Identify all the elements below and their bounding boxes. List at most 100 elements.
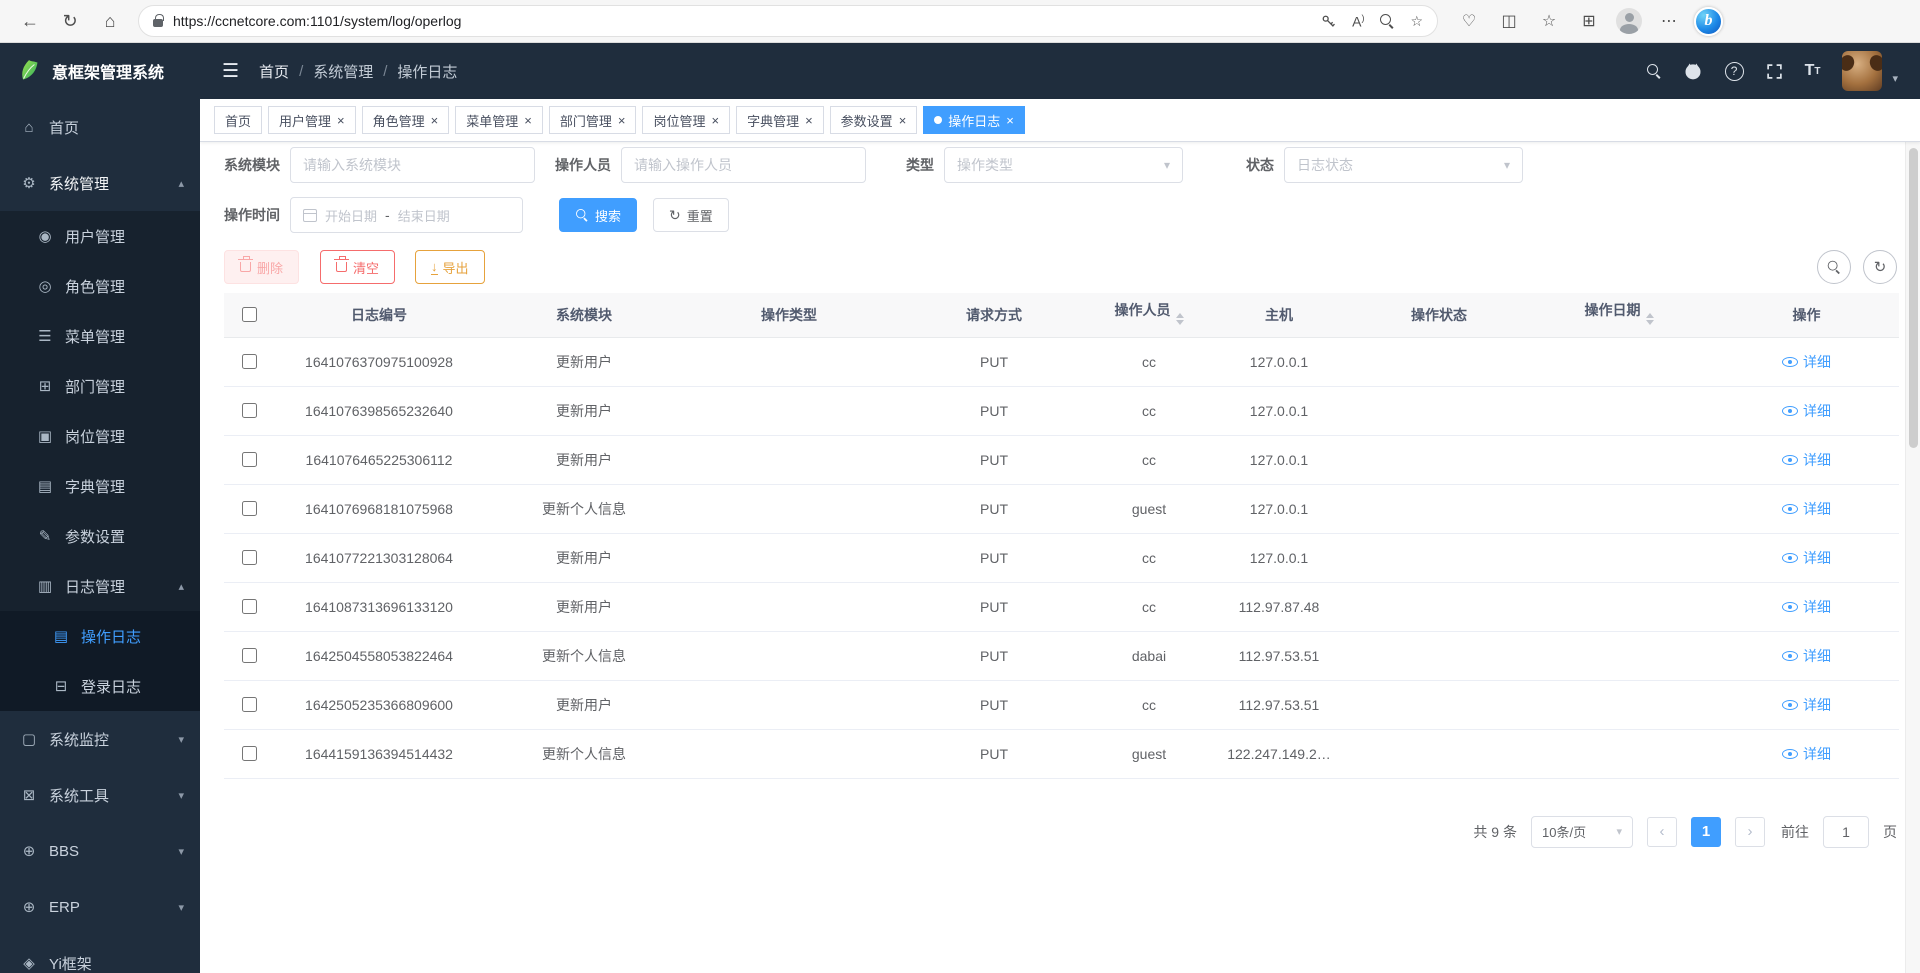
password-key-icon[interactable] (1321, 14, 1336, 29)
tab-close-icon[interactable]: × (337, 114, 345, 127)
split-screen-icon[interactable]: ◫ (1492, 4, 1526, 38)
tab-param-settings[interactable]: 参数设置× (830, 106, 918, 134)
sidebar-item-home[interactable]: ⌂ 首页 (0, 99, 200, 155)
browser-essentials-icon[interactable]: ♡ (1452, 4, 1486, 38)
zoom-out-icon[interactable] (1380, 14, 1394, 28)
address-bar[interactable]: https://ccnetcore.com:1101/system/log/op… (138, 5, 1438, 37)
sidebar-item-login-log[interactable]: ⊟ 登录日志 (0, 661, 200, 711)
user-avatar[interactable] (1842, 51, 1882, 91)
tab-operation-log[interactable]: 操作日志× (923, 106, 1025, 134)
row-checkbox[interactable] (242, 697, 257, 712)
browser-back-button[interactable]: ← (12, 4, 48, 38)
sort-icon[interactable] (1176, 309, 1184, 329)
sidebar-item-dict-mgmt[interactable]: ▤ 字典管理 (0, 461, 200, 511)
detail-link[interactable]: 详细 (1782, 548, 1831, 568)
tab-close-icon[interactable]: × (524, 114, 532, 127)
help-icon[interactable]: ? (1725, 62, 1744, 81)
breadcrumb-home[interactable]: 首页 (259, 61, 289, 82)
favorites-icon[interactable]: ☆ (1532, 4, 1566, 38)
sidebar-item-operation-log[interactable]: ▤ 操作日志 (0, 611, 200, 661)
sidebar-item-user-mgmt[interactable]: ◉ 用户管理 (0, 211, 200, 261)
sidebar-item-system-mgmt[interactable]: ⚙ 系统管理 ▴ (0, 155, 200, 211)
tab-close-icon[interactable]: × (1006, 114, 1014, 127)
status-select[interactable]: 日志状态 ▾ (1284, 147, 1523, 183)
bing-icon[interactable]: b (1694, 7, 1723, 36)
tab-close-icon[interactable]: × (618, 114, 626, 127)
sidebar-item-dept-mgmt[interactable]: ⊞ 部门管理 (0, 361, 200, 411)
module-input[interactable] (290, 147, 535, 183)
sidebar-item-yi-framework[interactable]: ◈ Yi框架 (0, 935, 200, 973)
reset-button[interactable]: ↻ 重置 (653, 198, 729, 232)
prev-page-button[interactable]: ‹ (1647, 817, 1677, 847)
export-button[interactable]: ↓ 导出 (415, 250, 485, 284)
toggle-search-button[interactable] (1817, 250, 1851, 284)
refresh-table-button[interactable]: ↻ (1863, 250, 1897, 284)
sidebar-item-system-monitor[interactable]: ▢ 系统监控 ▾ (0, 711, 200, 767)
github-icon[interactable] (1683, 61, 1703, 81)
tab-post-mgmt[interactable]: 岗位管理× (642, 106, 730, 134)
sidebar-item-role-mgmt[interactable]: ◎ 角色管理 (0, 261, 200, 311)
read-aloud-icon[interactable]: A (1352, 13, 1364, 30)
page-size-select[interactable]: 10条/页 ▾ (1531, 816, 1633, 848)
col-operator[interactable]: 操作人员 (1094, 293, 1204, 337)
goto-page-input[interactable] (1823, 816, 1869, 848)
sidebar-item-system-tools[interactable]: ⊠ 系统工具 ▾ (0, 767, 200, 823)
scrollbar-thumb[interactable] (1909, 148, 1918, 448)
tab-menu-mgmt[interactable]: 菜单管理× (455, 106, 543, 134)
next-page-button[interactable]: › (1735, 817, 1765, 847)
tab-close-icon[interactable]: × (711, 114, 719, 127)
tab-close-icon[interactable]: × (805, 114, 813, 127)
sidebar-item-erp[interactable]: ⊕ ERP ▾ (0, 879, 200, 935)
row-checkbox[interactable] (242, 648, 257, 663)
type-select[interactable]: 操作类型 ▾ (944, 147, 1183, 183)
browser-refresh-button[interactable]: ↻ (52, 4, 88, 38)
breadcrumb-system-mgmt[interactable]: 系统管理 (313, 61, 373, 82)
sidebar-item-bbs[interactable]: ⊕ BBS ▾ (0, 823, 200, 879)
sidebar-item-log-mgmt[interactable]: ▥ 日志管理 ▴ (0, 561, 200, 611)
search-button[interactable]: 搜索 (559, 198, 637, 232)
tab-role-mgmt[interactable]: 角色管理× (362, 106, 450, 134)
sidebar-item-param-settings[interactable]: ✎ 参数设置 (0, 511, 200, 561)
detail-link[interactable]: 详细 (1782, 646, 1831, 666)
tab-close-icon[interactable]: × (899, 114, 907, 127)
row-checkbox[interactable] (242, 354, 257, 369)
detail-link[interactable]: 详细 (1782, 401, 1831, 421)
browser-more-icon[interactable]: ⋯ (1652, 4, 1686, 38)
row-checkbox[interactable] (242, 452, 257, 467)
detail-link[interactable]: 详细 (1782, 695, 1831, 715)
row-checkbox[interactable] (242, 599, 257, 614)
collections-icon[interactable]: ⊞ (1572, 4, 1606, 38)
sidebar-item-menu-mgmt[interactable]: ☰ 菜单管理 (0, 311, 200, 361)
detail-link[interactable]: 详细 (1782, 597, 1831, 617)
tab-user-mgmt[interactable]: 用户管理× (268, 106, 356, 134)
app-logo[interactable]: 意框架管理系统 (0, 43, 200, 99)
browser-profile-avatar[interactable] (1616, 8, 1642, 34)
delete-button[interactable]: 删除 (224, 250, 299, 284)
sidebar-toggle-icon[interactable]: ☰ (222, 60, 239, 83)
tab-dict-mgmt[interactable]: 字典管理× (736, 106, 824, 134)
sidebar-item-post-mgmt[interactable]: ▣ 岗位管理 (0, 411, 200, 461)
row-checkbox[interactable] (242, 501, 257, 516)
favorites-add-icon[interactable]: ☆ (1410, 13, 1423, 30)
clear-button[interactable]: 清空 (320, 250, 395, 284)
col-date[interactable]: 操作日期 (1524, 293, 1714, 337)
tab-close-icon[interactable]: × (431, 114, 439, 127)
date-range-picker[interactable]: 开始日期 - 结束日期 (290, 197, 523, 233)
tab-home[interactable]: 首页 (214, 106, 262, 134)
page-scrollbar[interactable] (1905, 142, 1920, 973)
font-size-icon[interactable]: TT (1805, 62, 1821, 80)
sort-icon[interactable] (1646, 309, 1654, 329)
header-search-icon[interactable] (1647, 64, 1661, 78)
fullscreen-icon[interactable] (1766, 63, 1783, 80)
page-number-button[interactable]: 1 (1691, 817, 1721, 847)
tab-dept-mgmt[interactable]: 部门管理× (549, 106, 637, 134)
url-text[interactable]: https://ccnetcore.com:1101/system/log/op… (173, 13, 1311, 29)
detail-link[interactable]: 详细 (1782, 450, 1831, 470)
detail-link[interactable]: 详细 (1782, 744, 1831, 764)
detail-link[interactable]: 详细 (1782, 499, 1831, 519)
operator-input[interactable] (621, 147, 866, 183)
row-checkbox[interactable] (242, 403, 257, 418)
select-all-checkbox[interactable] (242, 307, 257, 322)
browser-home-button[interactable]: ⌂ (92, 4, 128, 38)
row-checkbox[interactable] (242, 746, 257, 761)
